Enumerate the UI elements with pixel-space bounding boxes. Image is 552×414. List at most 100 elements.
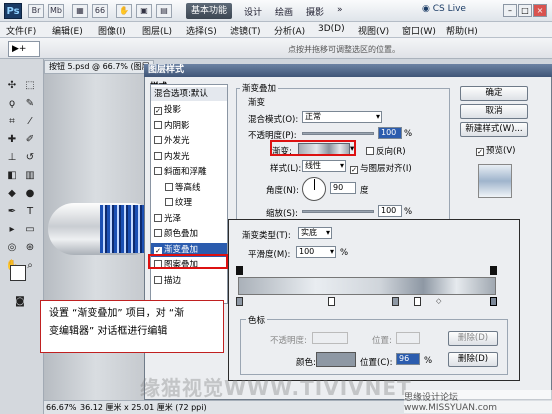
menu-view[interactable]: 视图(V) (358, 24, 389, 37)
align-with-layer-checkbox[interactable]: ✓ 与图层对齐(I) (350, 162, 412, 174)
style-item[interactable]: 内发光 (151, 150, 227, 164)
preview-checkbox[interactable]: ✓ 预览(V) (476, 144, 515, 156)
close-icon[interactable]: × (533, 4, 547, 17)
cancel-button[interactable]: 取消 (460, 104, 528, 119)
pen-tool-icon[interactable]: ✒ (4, 205, 20, 219)
gradient-bar[interactable] (238, 277, 496, 295)
workspace-painting-tab[interactable]: 绘画 (275, 5, 293, 18)
workspace-design-tab[interactable]: 设计 (244, 5, 262, 18)
menu-3d[interactable]: 3D(D) (318, 24, 345, 34)
eraser-icon[interactable]: ◧ (4, 169, 20, 183)
3d-rotate-icon[interactable]: ◎ (4, 241, 20, 255)
style-item[interactable]: 图案叠加 (151, 258, 227, 272)
maximize-icon[interactable]: □ (518, 4, 532, 17)
style-item-checkbox[interactable]: ✓ (154, 246, 162, 255)
style-item[interactable]: 纹理 (151, 196, 227, 210)
screen-mode-icon[interactable]: ▣ (136, 4, 152, 18)
foreground-color-swatch[interactable] (10, 265, 26, 281)
color-stop-selected[interactable] (490, 297, 497, 306)
grid-icon[interactable]: ▦ (72, 4, 88, 18)
style-item-checkbox[interactable] (154, 151, 162, 160)
menu-analysis[interactable]: 分析(A) (274, 24, 305, 37)
path-select-icon[interactable]: ▸ (4, 223, 20, 237)
color-stop[interactable] (328, 297, 335, 306)
opacity-stop-left[interactable] (236, 266, 243, 275)
blend-options-item[interactable]: 混合选项:默认 (151, 87, 227, 101)
style-item[interactable]: ✓ 渐变叠加 (151, 242, 227, 257)
blend-mode-select[interactable]: 正常 (302, 111, 382, 123)
dodge-tool-icon[interactable]: ● (22, 187, 38, 201)
color-position-input[interactable]: 96 (396, 353, 420, 365)
zoom-readout[interactable]: 66.67% (46, 401, 77, 414)
scale-slider[interactable] (302, 210, 374, 213)
quick-select-icon[interactable]: ✎ (22, 97, 38, 111)
angle-input[interactable]: 90 (330, 182, 356, 194)
zoom-level-dropdown[interactable]: 66 (92, 4, 108, 18)
menu-file[interactable]: 文件(F) (6, 24, 36, 37)
3d-orbit-icon[interactable]: ⊛ (22, 241, 38, 255)
lasso-tool-icon[interactable]: ϙ (4, 97, 20, 111)
hand-icon[interactable]: ✋ (116, 4, 132, 18)
menu-help[interactable]: 帮助(H) (446, 24, 478, 37)
color-stop[interactable] (392, 297, 399, 306)
opacity-input[interactable]: 100 (378, 127, 402, 139)
style-item-checkbox[interactable] (154, 213, 162, 222)
style-item-checkbox[interactable] (154, 136, 162, 144)
crop-tool-icon[interactable]: ⌗ (4, 115, 20, 129)
style-item-checkbox[interactable]: ✓ (154, 107, 162, 115)
style-item-checkbox[interactable] (154, 229, 162, 237)
stop-color-swatch[interactable] (316, 352, 356, 367)
gradient-preview-swatch[interactable] (298, 143, 350, 155)
ok-button[interactable]: 确定 (460, 86, 528, 101)
color-stop[interactable] (414, 297, 421, 306)
smoothness-input[interactable]: 100 (296, 246, 336, 258)
midpoint-diamond-icon[interactable]: ◇ (436, 297, 441, 305)
opacity-slider[interactable] (302, 132, 374, 135)
minibridge-icon[interactable]: Mb (48, 4, 64, 18)
style-item[interactable]: 外发光 (151, 134, 227, 148)
quick-mask-icon[interactable]: ◙ (12, 295, 28, 309)
reverse-checkbox[interactable]: 反向(R) (366, 145, 406, 157)
eyedropper-icon[interactable]: ⁄ (22, 115, 38, 129)
style-item[interactable]: 颜色叠加 (151, 227, 227, 241)
style-item[interactable]: 斜面和浮雕 (151, 165, 227, 179)
style-item-checkbox[interactable] (154, 120, 162, 129)
cs-live-button[interactable]: ◉ CS Live (422, 4, 466, 14)
clone-stamp-icon[interactable]: ⊥ (4, 151, 20, 165)
brush-tool-icon[interactable]: ✐ (22, 133, 38, 147)
healing-brush-icon[interactable]: ✚ (4, 133, 20, 147)
workspace-photo-tab[interactable]: 摄影 (306, 5, 324, 18)
arrange-icon[interactable]: ▤ (156, 4, 172, 18)
color-stop[interactable] (236, 297, 243, 306)
menu-layer[interactable]: 图层(L) (142, 24, 172, 37)
menu-window[interactable]: 窗口(W) (402, 24, 436, 37)
menu-select[interactable]: 选择(S) (186, 24, 217, 37)
gradient-picker-arrow-icon[interactable]: ▾ (350, 144, 354, 154)
delete-color-stop-button[interactable]: 删除(D) (448, 352, 498, 367)
gradient-tool-icon[interactable]: ▥ (22, 169, 38, 183)
workspace-essentials-button[interactable]: 基本功能 (186, 3, 232, 19)
style-item[interactable]: ✓ 投影 (151, 103, 227, 117)
blur-tool-icon[interactable]: ◆ (4, 187, 20, 201)
menu-filter[interactable]: 滤镜(T) (230, 24, 261, 37)
new-style-button[interactable]: 新建样式(W)... (460, 122, 528, 137)
style-item[interactable]: 内阴影 (151, 119, 227, 133)
style-item-checkbox[interactable] (165, 182, 173, 191)
style-item-checkbox[interactable] (154, 260, 162, 268)
style-item-checkbox[interactable] (165, 198, 173, 206)
opacity-stop-right[interactable] (490, 266, 497, 275)
menu-edit[interactable]: 编辑(E) (52, 24, 83, 37)
scale-input[interactable]: 100 (378, 205, 402, 217)
history-brush-icon[interactable]: ↺ (22, 151, 38, 165)
minimize-icon[interactable]: – (503, 4, 517, 17)
tool-preset-picker[interactable]: ▶+ (8, 41, 40, 57)
bridge-icon[interactable]: Br (28, 4, 44, 18)
style-item[interactable]: 光泽 (151, 212, 227, 226)
menu-image[interactable]: 图像(I) (98, 24, 126, 37)
marquee-tool-icon[interactable]: ⬚ (22, 79, 38, 93)
style-item[interactable]: 等高线 (151, 181, 227, 195)
angle-dial[interactable] (302, 177, 326, 201)
shape-tool-icon[interactable]: ▭ (22, 223, 38, 237)
gradient-style-select[interactable]: 线性 (302, 160, 346, 172)
style-item[interactable]: 描边 (151, 274, 227, 288)
